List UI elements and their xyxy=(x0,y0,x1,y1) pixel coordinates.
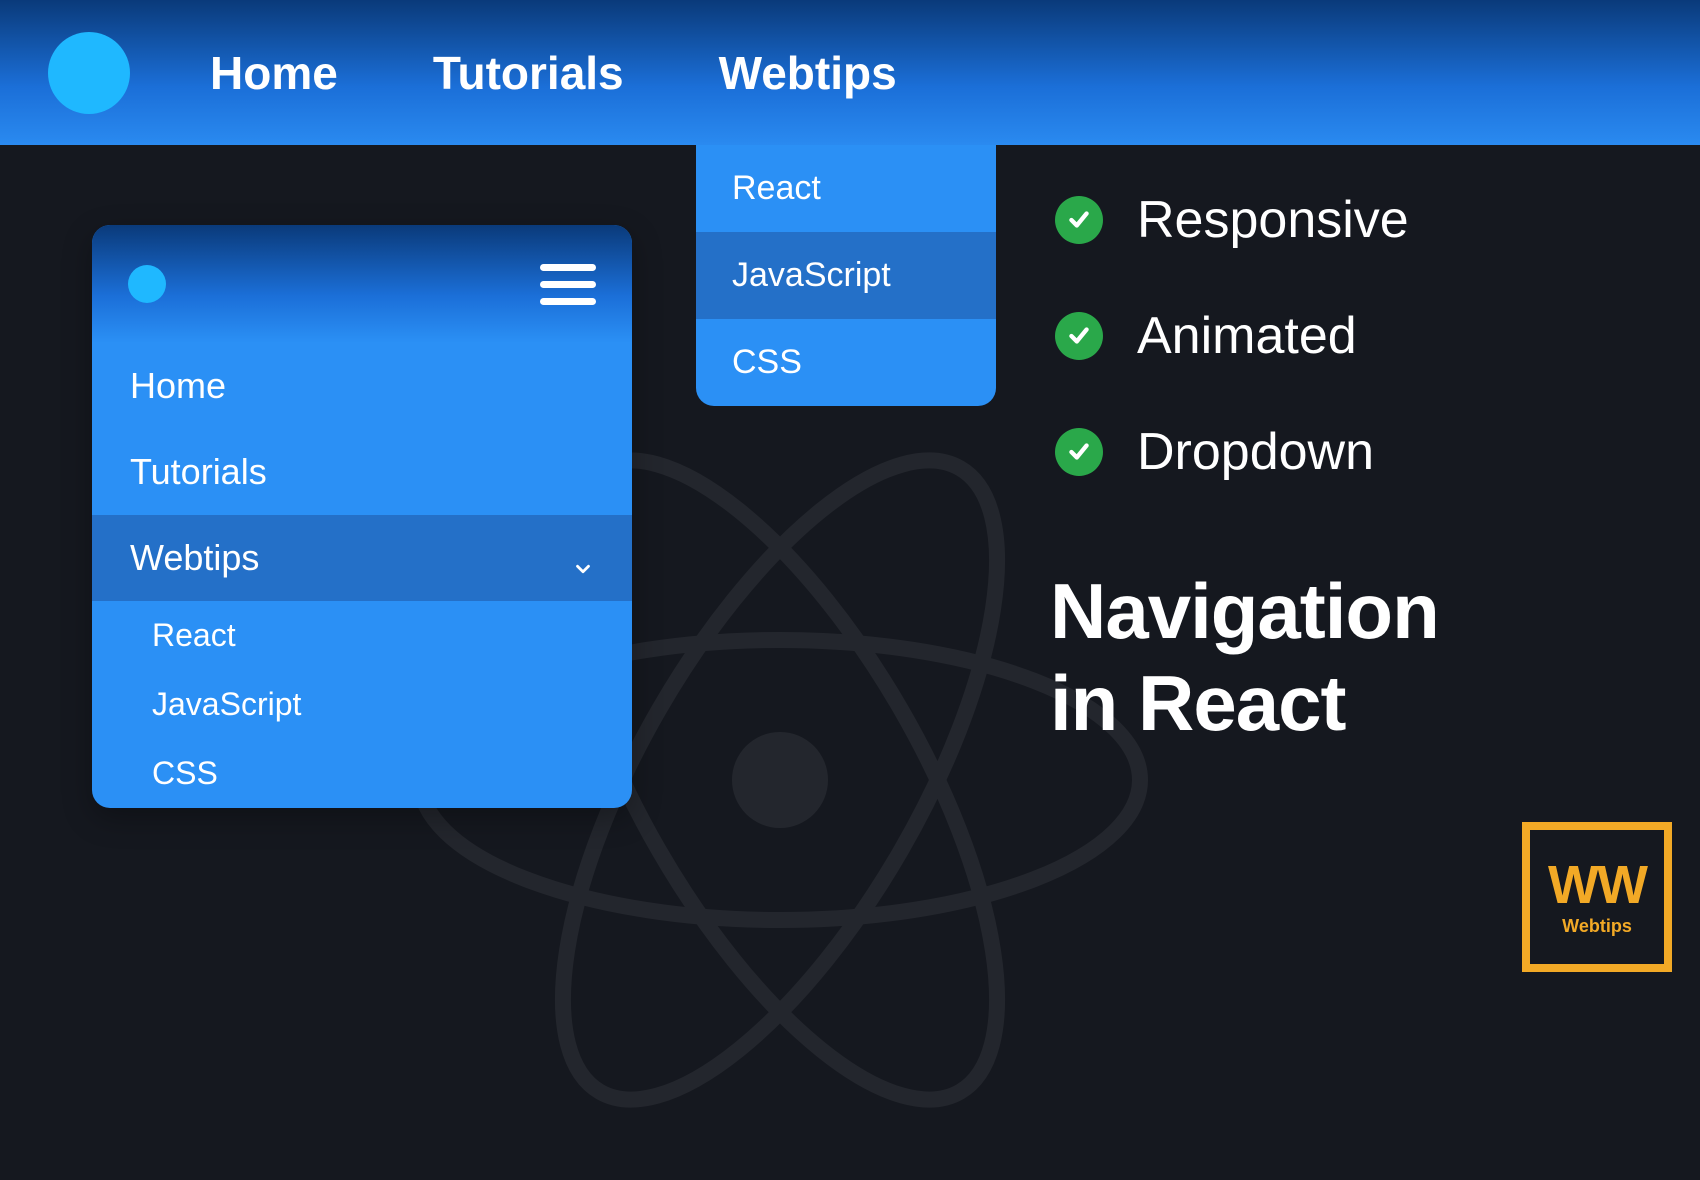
mobile-sub-react[interactable]: React xyxy=(92,601,632,670)
feature-responsive: Responsive xyxy=(1055,190,1409,250)
dropdown-item-react[interactable]: React xyxy=(696,145,996,232)
webtips-dropdown: React JavaScript CSS xyxy=(696,145,996,406)
nav-link-home[interactable]: Home xyxy=(210,46,338,100)
feature-label: Animated xyxy=(1137,306,1357,366)
dropdown-item-javascript[interactable]: JavaScript xyxy=(696,232,996,319)
nav-link-tutorials[interactable]: Tutorials xyxy=(433,46,624,100)
mobile-item-label: Webtips xyxy=(130,537,259,579)
logo-dot-small-icon xyxy=(128,265,166,303)
badge-logo-icon: WW xyxy=(1548,858,1646,912)
headline-line2: in React xyxy=(1050,657,1439,749)
feature-list: Responsive Animated Dropdown xyxy=(1055,190,1409,482)
feature-label: Responsive xyxy=(1137,190,1409,250)
mobile-nav-list: Home Tutorials Webtips React JavaScript … xyxy=(92,343,632,808)
headline: Navigation in React xyxy=(1050,565,1439,749)
mobile-nav-header xyxy=(92,225,632,343)
feature-label: Dropdown xyxy=(1137,422,1374,482)
mobile-item-tutorials[interactable]: Tutorials xyxy=(92,429,632,515)
mobile-item-label: Tutorials xyxy=(130,451,267,493)
headline-line1: Navigation xyxy=(1050,565,1439,657)
check-icon xyxy=(1055,196,1103,244)
nav-link-webtips[interactable]: Webtips xyxy=(719,46,897,100)
chevron-down-icon xyxy=(572,547,594,569)
logo-dot-icon xyxy=(48,32,130,114)
mobile-item-label: Home xyxy=(130,365,226,407)
check-icon xyxy=(1055,312,1103,360)
top-nav-links: Home Tutorials Webtips xyxy=(210,46,897,100)
webtips-badge: WW Webtips xyxy=(1522,822,1672,972)
feature-animated: Animated xyxy=(1055,306,1409,366)
mobile-sub-javascript[interactable]: JavaScript xyxy=(92,670,632,739)
top-navbar: Home Tutorials Webtips xyxy=(0,0,1700,145)
mobile-item-home[interactable]: Home xyxy=(92,343,632,429)
check-icon xyxy=(1055,428,1103,476)
dropdown-item-css[interactable]: CSS xyxy=(696,319,996,406)
mobile-nav-card: Home Tutorials Webtips React JavaScript … xyxy=(92,225,632,808)
badge-sub: Webtips xyxy=(1562,916,1632,937)
mobile-sub-css[interactable]: CSS xyxy=(92,739,632,808)
mobile-item-webtips[interactable]: Webtips xyxy=(92,515,632,601)
hamburger-icon[interactable] xyxy=(540,264,596,305)
feature-dropdown: Dropdown xyxy=(1055,422,1409,482)
